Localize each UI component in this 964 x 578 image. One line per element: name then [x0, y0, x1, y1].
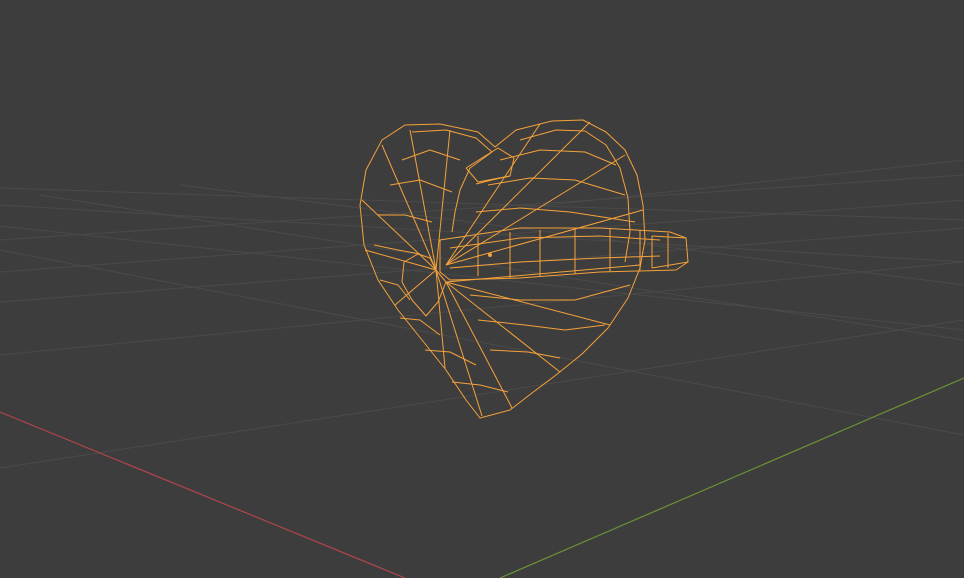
- wire-contour: [401, 149, 461, 161]
- y-axis-line: [499, 377, 964, 578]
- wire-radial: [445, 281, 611, 326]
- wire-contour: [469, 284, 631, 301]
- wire-contour: [424, 349, 477, 366]
- wire-contour: [475, 207, 636, 223]
- grid-line: [0, 174, 964, 241]
- floor-grid: [0, 159, 964, 469]
- grid-line: [0, 187, 964, 221]
- wire-radial: [381, 144, 437, 271]
- heart-notch-depth: [465, 167, 511, 183]
- wire-radial: [445, 281, 513, 409]
- viewport-canvas[interactable]: [0, 0, 964, 578]
- heart-ring-wireframe[interactable]: [359, 119, 689, 419]
- wire-radial: [394, 269, 437, 306]
- 3d-viewport[interactable]: [0, 0, 964, 578]
- object-origin-dot: [488, 253, 492, 257]
- wire-radial: [435, 129, 451, 271]
- wire-contour: [487, 177, 626, 196]
- ring-front: [439, 227, 689, 281]
- grid-line: [0, 261, 964, 356]
- wire-radial: [445, 121, 591, 266]
- wire-contour: [373, 244, 421, 255]
- wire-contour: [477, 319, 606, 331]
- wire-radial: [445, 154, 626, 266]
